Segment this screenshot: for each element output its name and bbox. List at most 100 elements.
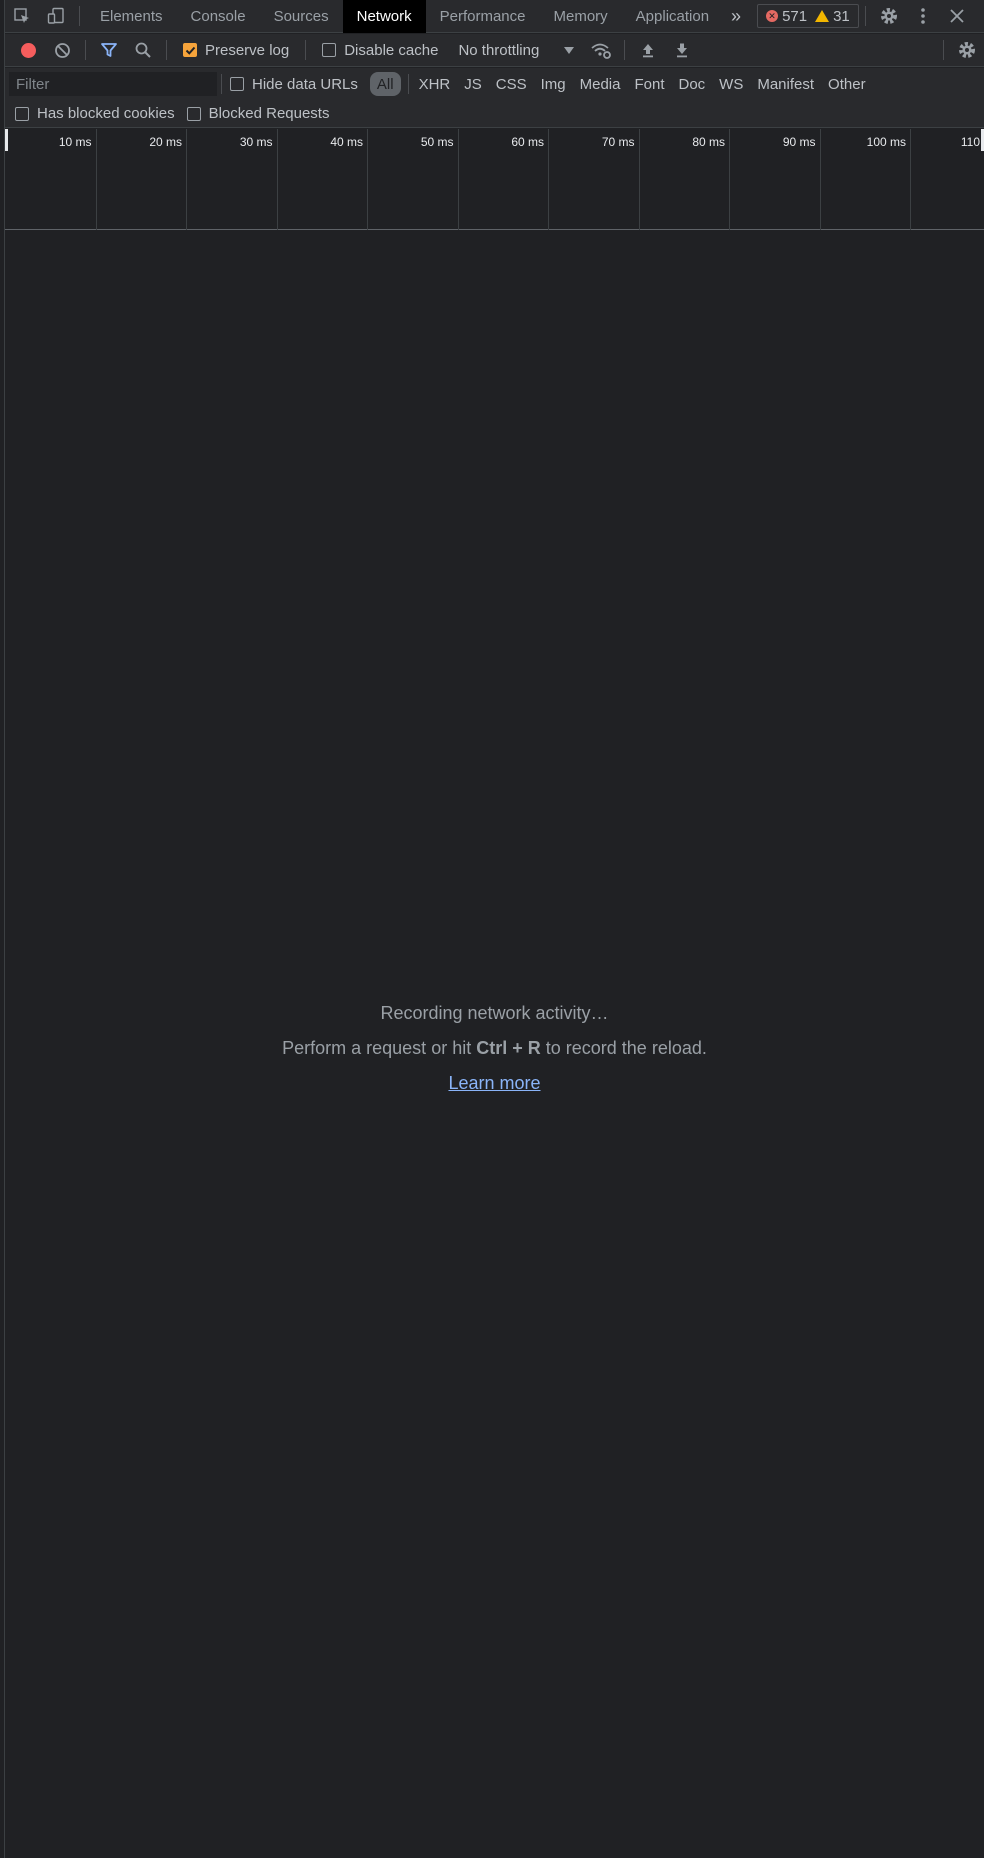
filter-input[interactable] xyxy=(9,72,217,96)
reload-shortcut: Ctrl + R xyxy=(476,1038,541,1058)
reload-hint-pre: Perform a request or hit xyxy=(282,1038,472,1058)
timeline-tick-label: 110 xyxy=(960,135,980,149)
timeline-overview[interactable]: 10 ms 20 ms 30 ms 40 ms 50 ms 60 ms 70 ms 80 ms… xyxy=(5,129,984,230)
type-filter-other[interactable]: Other xyxy=(821,72,873,96)
timeline-tick: 100 ms xyxy=(819,129,911,230)
timeline-tick-label: 30 ms xyxy=(239,135,273,149)
timeline-tick: 110 xyxy=(910,129,984,230)
blocked-filter-bar: Has blocked cookies Blocked Requests xyxy=(5,100,984,128)
preserve-log-label: Preserve log xyxy=(205,41,290,59)
toolbar-separator xyxy=(624,40,626,60)
type-filter-ws[interactable]: WS xyxy=(712,72,750,96)
timeline-tick: 40 ms xyxy=(276,129,368,230)
tab-elements[interactable]: Elements xyxy=(86,0,177,33)
has-blocked-cookies-checkbox[interactable]: Has blocked cookies xyxy=(7,105,183,122)
throttling-value: No throttling xyxy=(458,41,540,59)
filter-separator xyxy=(221,74,222,94)
clear-button[interactable] xyxy=(45,35,79,65)
reload-hint-post: to record the reload. xyxy=(545,1038,707,1058)
record-button[interactable] xyxy=(11,35,45,65)
timeline-tick-label: 80 ms xyxy=(692,135,725,149)
device-toolbar-icon[interactable] xyxy=(39,0,73,33)
filter-bar: Hide data URLs All XHR JS CSS Img Media … xyxy=(5,68,984,100)
disable-cache-label: Disable cache xyxy=(344,41,439,59)
disable-cache-checkbox[interactable]: Disable cache xyxy=(312,42,448,59)
blocked-requests-label: Blocked Requests xyxy=(208,105,330,122)
tab-performance[interactable]: Performance xyxy=(426,0,540,33)
settings-gear-icon[interactable] xyxy=(872,0,906,33)
filter-icon xyxy=(101,43,117,57)
tab-network[interactable]: Network xyxy=(342,0,426,33)
timeline-tick: 70 ms xyxy=(548,129,639,230)
warning-icon xyxy=(815,10,830,22)
empty-state: Recording network activity… Perform a re… xyxy=(5,996,984,1101)
tab-memory[interactable]: Memory xyxy=(540,0,622,33)
network-settings-button[interactable] xyxy=(950,35,984,65)
timeline-tick-label: 70 ms xyxy=(601,135,635,149)
kebab-menu-icon[interactable] xyxy=(906,0,940,33)
warning-count: 31 xyxy=(833,7,850,25)
type-filter-css[interactable]: CSS xyxy=(489,72,534,96)
type-filter-xhr[interactable]: XHR xyxy=(412,72,458,96)
timeline-tick: 60 ms xyxy=(457,129,549,230)
timeline-tick-label: 40 ms xyxy=(330,135,363,149)
timeline-tick: 80 ms xyxy=(638,129,730,230)
timeline-tick-label: 100 ms xyxy=(866,135,906,149)
hide-data-urls-label: Hide data URLs xyxy=(252,75,358,93)
tab-application[interactable]: Application xyxy=(622,0,723,33)
tab-sources[interactable]: Sources xyxy=(260,0,343,33)
checkbox-unchecked-icon xyxy=(15,106,29,121)
throttling-select[interactable]: No throttling xyxy=(448,42,584,59)
type-filter-all[interactable]: All xyxy=(369,72,401,96)
timeline-tick-label: 90 ms xyxy=(782,135,816,149)
timeline-tick: 20 ms xyxy=(95,129,187,230)
tab-separator xyxy=(79,6,80,26)
timeline-tick-label: 60 ms xyxy=(511,135,544,149)
dropdown-arrow-icon xyxy=(564,46,575,54)
clear-icon xyxy=(54,42,70,58)
more-tabs-icon[interactable]: » xyxy=(723,0,749,33)
hide-data-urls-checkbox[interactable]: Hide data URLs xyxy=(226,76,366,93)
import-har-button[interactable] xyxy=(631,35,665,65)
type-separator xyxy=(407,74,409,94)
preserve-log-checkbox[interactable]: Preserve log xyxy=(173,42,299,59)
has-blocked-cookies-label: Has blocked cookies xyxy=(37,105,175,122)
export-har-button[interactable] xyxy=(665,35,699,65)
upload-icon xyxy=(643,44,654,58)
timeline-tick-label: 50 ms xyxy=(420,135,454,149)
network-conditions-button[interactable] xyxy=(584,35,618,65)
type-filter-img[interactable]: Img xyxy=(534,72,573,96)
download-icon xyxy=(677,43,688,58)
blocked-requests-checkbox[interactable]: Blocked Requests xyxy=(183,105,338,122)
inspect-element-icon[interactable] xyxy=(5,0,39,33)
checkbox-unchecked-icon xyxy=(186,106,201,121)
learn-more-link[interactable]: Learn more xyxy=(448,1073,540,1093)
issues-counter[interactable]: ✕ 571 31 xyxy=(757,4,859,28)
checkbox-unchecked-icon xyxy=(230,77,244,91)
checkbox-checked-icon xyxy=(183,43,197,57)
timeline-tick: 10 ms xyxy=(5,129,96,230)
close-icon[interactable] xyxy=(940,0,974,33)
timeline-tick: 30 ms xyxy=(186,129,277,230)
type-filter-font[interactable]: Font xyxy=(627,72,671,96)
network-toolbar: Preserve log Disable cache No throttling xyxy=(5,34,984,67)
network-settings-gear-icon xyxy=(959,42,975,58)
search-button[interactable] xyxy=(126,35,160,65)
error-count: 571 xyxy=(782,7,808,25)
toolbar-separator xyxy=(943,40,944,60)
tab-separator xyxy=(864,6,866,26)
type-filter-manifest[interactable]: Manifest xyxy=(750,72,821,96)
tab-console[interactable]: Console xyxy=(177,0,260,33)
type-filter-doc[interactable]: Doc xyxy=(671,72,712,96)
toolbar-separator xyxy=(85,40,86,60)
recording-message: Recording network activity… xyxy=(380,1003,609,1023)
type-filter-media[interactable]: Media xyxy=(573,72,628,96)
tab-bar: Elements Console Sources Network Perform… xyxy=(5,0,984,33)
timeline-tick: 90 ms xyxy=(729,129,820,230)
toolbar-separator xyxy=(166,40,167,60)
reload-hint: Perform a request or hit Ctrl + R to rec… xyxy=(5,1031,984,1066)
filter-toggle-button[interactable] xyxy=(92,35,126,65)
record-icon xyxy=(20,42,36,58)
type-filter-js[interactable]: JS xyxy=(457,72,489,96)
error-icon: ✕ xyxy=(766,10,779,22)
